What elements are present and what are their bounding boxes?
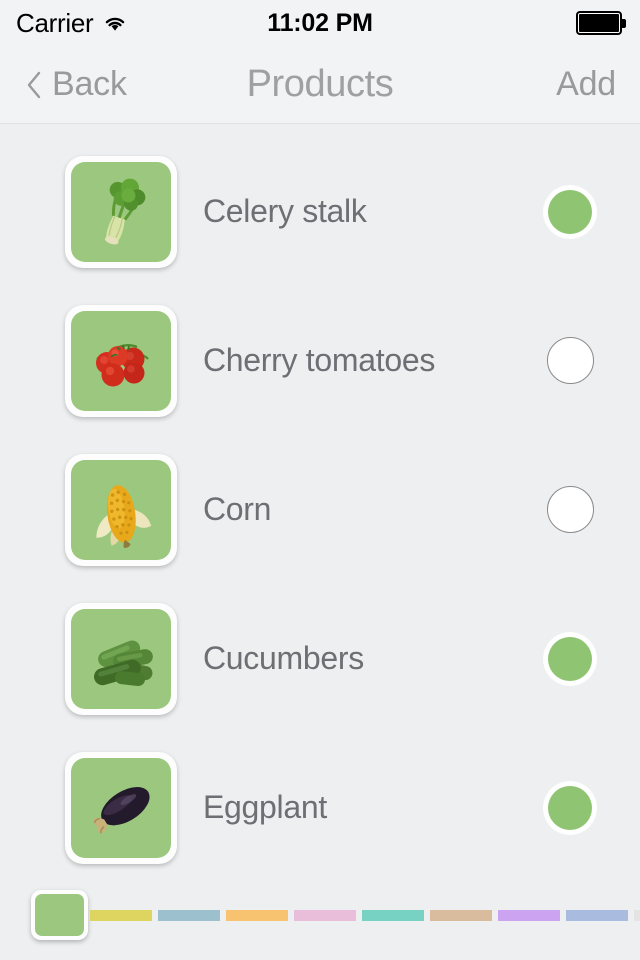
product-thumbnail[interactable] [65, 155, 177, 268]
product-list: Celery stalk Cherry tomatoes Corn Cucumb… [0, 124, 640, 882]
color-swatch-pink[interactable] [294, 910, 356, 921]
toggle-dot [546, 337, 594, 384]
product-name: Celery stalk [203, 193, 367, 229]
product-thumbnail[interactable] [65, 453, 177, 566]
color-swatch-selected-fill [35, 894, 84, 936]
select-toggle[interactable] [544, 185, 596, 238]
table-row[interactable]: Eggplant [0, 733, 640, 882]
toggle-dot [548, 636, 592, 681]
add-button[interactable]: Add [556, 65, 616, 104]
product-thumbnail[interactable] [65, 751, 177, 864]
product-name: Eggplant [203, 789, 327, 825]
color-swatch-periwinkle[interactable] [566, 910, 628, 921]
select-toggle[interactable] [544, 632, 596, 685]
battery-full-icon [576, 11, 626, 35]
table-row[interactable]: Cucumbers [0, 584, 640, 733]
toggle-dot [548, 189, 592, 234]
celery-image [71, 161, 171, 262]
product-thumbnail[interactable] [65, 304, 177, 417]
color-swatch-tan[interactable] [430, 910, 492, 921]
product-name: Cucumbers [203, 640, 364, 676]
table-row[interactable]: Cherry tomatoes [0, 286, 640, 435]
color-swatch-purple[interactable] [498, 910, 560, 921]
select-toggle[interactable] [544, 484, 596, 536]
select-toggle[interactable] [544, 781, 596, 834]
color-swatch-list [90, 910, 640, 921]
status-bar-time: 11:02 PM [267, 8, 373, 37]
page-title: Products [246, 63, 394, 105]
table-row[interactable]: Corn [0, 435, 640, 584]
product-thumbnail[interactable] [65, 602, 177, 715]
toggle-dot [546, 486, 594, 533]
color-picker-bar [0, 882, 640, 960]
tomatoes-image [71, 310, 171, 411]
eggplant-image [71, 757, 171, 858]
navigation-bar: Back Products Add [0, 46, 640, 124]
table-row[interactable]: Celery stalk [0, 137, 640, 286]
cucumbers-image [71, 608, 171, 709]
select-toggle[interactable] [544, 335, 596, 387]
color-swatch-gray[interactable] [634, 910, 640, 921]
toggle-dot [548, 785, 592, 830]
status-bar-right [576, 0, 626, 46]
product-name: Cherry tomatoes [203, 342, 436, 378]
corn-image [71, 459, 171, 560]
color-swatch-selected[interactable] [31, 890, 88, 940]
color-swatch-teal[interactable] [362, 910, 424, 921]
color-swatch-yellow[interactable] [90, 910, 152, 921]
product-name: Corn [203, 491, 272, 527]
phone-screen: Carrier 11:02 PM Back Products Add Celer… [0, 0, 640, 960]
status-bar: Carrier 11:02 PM [0, 0, 640, 46]
color-swatch-blue[interactable] [158, 910, 220, 921]
color-swatch-orange[interactable] [226, 910, 288, 921]
